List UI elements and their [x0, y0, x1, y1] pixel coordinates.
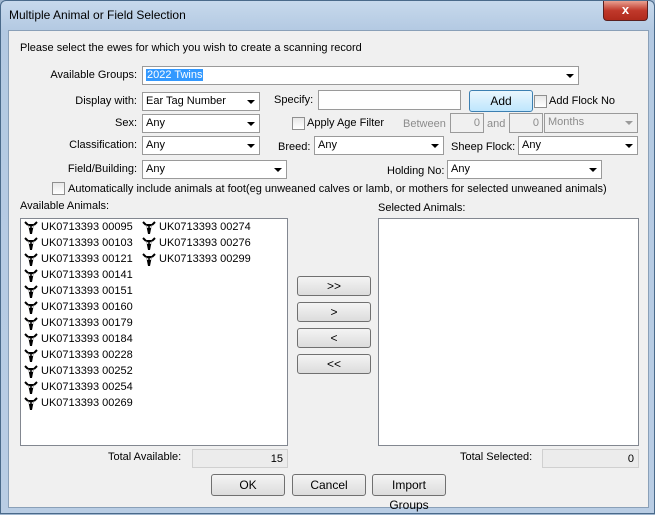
list-item-label: UK0713393 00274: [159, 221, 251, 233]
total-selected-value: 0: [542, 449, 639, 468]
list-item-label: UK0713393 00228: [41, 349, 133, 361]
sex-value: Any: [146, 117, 165, 129]
selected-animals-label: Selected Animals:: [378, 202, 466, 214]
list-item-label: UK0713393 00269: [41, 397, 133, 409]
holding-no-label: Holding No:: [387, 165, 445, 177]
age-from-input[interactable]: 0: [450, 113, 484, 133]
add-button[interactable]: Add: [469, 90, 533, 112]
instruction-text: Please select the ewes for which you wis…: [20, 42, 362, 54]
sheep-flock-select[interactable]: Any: [518, 136, 638, 155]
list-item-label: UK0713393 00299: [159, 253, 251, 265]
age-filter-label: Apply Age Filter: [307, 117, 385, 129]
auto-include-label: Automatically include animals at foot(eg…: [68, 183, 607, 195]
sheep-icon: [24, 253, 38, 266]
and-label: and: [487, 118, 506, 130]
list-item-label: UK0713393 00095: [41, 221, 133, 233]
dialog-body: Please select the ewes for which you wis…: [8, 30, 649, 512]
add-flock-checkbox[interactable]: [534, 95, 547, 108]
sheep-icon: [24, 397, 38, 410]
total-selected-label: Total Selected:: [460, 451, 533, 463]
add-all-button[interactable]: >>: [297, 276, 371, 296]
selected-animals-list[interactable]: [378, 218, 639, 446]
classification-select[interactable]: Any: [142, 136, 260, 155]
ok-button[interactable]: OK: [211, 474, 285, 496]
age-to-input[interactable]: 0: [509, 113, 543, 133]
list-item-label: UK0713393 00254: [41, 381, 133, 393]
age-filter-checkbox[interactable]: [292, 117, 305, 130]
auto-include-checkbox[interactable]: [52, 182, 65, 195]
sheep-icon: [24, 285, 38, 298]
sheep-flock-label: Sheep Flock:: [451, 141, 516, 153]
total-available-value: 15: [192, 449, 288, 468]
sheep-icon: [24, 269, 38, 282]
sheep-icon: [24, 381, 38, 394]
specify-input[interactable]: [318, 90, 461, 110]
display-with-select[interactable]: Ear Tag Number: [142, 92, 260, 111]
chevron-down-icon: [625, 144, 633, 148]
chevron-down-icon: [274, 168, 282, 172]
sex-select[interactable]: Any: [142, 114, 260, 133]
breed-select[interactable]: Any: [314, 136, 444, 155]
add-button-move[interactable]: >: [297, 302, 371, 322]
sheep-icon: [24, 237, 38, 250]
sheep-icon: [24, 365, 38, 378]
sheep-icon: [142, 253, 156, 266]
field-building-label: Field/Building:: [67, 163, 137, 175]
available-animals-label: Available Animals:: [20, 200, 110, 212]
holding-no-select[interactable]: Any: [447, 160, 602, 179]
classification-value: Any: [146, 139, 165, 151]
sheep-icon: [24, 333, 38, 346]
list-item-label: UK0713393 00151: [41, 285, 133, 297]
cancel-button[interactable]: Cancel: [292, 474, 366, 496]
available-animals-list[interactable]: UK0713393 00095 UK0713393 00103 UK0713393 …: [20, 218, 288, 446]
sheep-icon: [24, 349, 38, 362]
import-groups-button[interactable]: Import Groups: [372, 474, 446, 512]
sheep-icon: [142, 221, 156, 234]
sex-label: Sex:: [114, 117, 137, 129]
sheep-icon: [142, 237, 156, 250]
list-item-label: UK0713393 00121: [41, 253, 133, 265]
list-item-label: UK0713393 00252: [41, 365, 133, 377]
add-flock-label: Add Flock No: [549, 95, 616, 107]
total-available-label: Total Available:: [108, 451, 182, 463]
sheep-icon: [24, 317, 38, 330]
breed-value: Any: [318, 139, 337, 151]
specify-label: Specify:: [274, 94, 314, 106]
display-with-label: Display with:: [75, 95, 137, 107]
list-item-label: UK0713393 00160: [41, 301, 133, 313]
groups-label: Available Groups:: [50, 69, 137, 81]
list-item-label: UK0713393 00141: [41, 269, 133, 281]
holding-no-value: Any: [451, 163, 470, 175]
field-building-select[interactable]: Any: [142, 160, 287, 179]
dialog-window: Multiple Animal or Field Selection x Ple…: [0, 0, 655, 514]
sheep-flock-value: Any: [522, 139, 541, 151]
sheep-icon: [24, 301, 38, 314]
groups-select[interactable]: 2022 Twins: [142, 66, 579, 85]
age-unit-value: Months: [548, 116, 585, 128]
classification-label: Classification:: [69, 139, 137, 151]
chevron-down-icon: [247, 144, 255, 148]
window-title: Multiple Animal or Field Selection: [9, 8, 186, 22]
chevron-down-icon: [431, 144, 439, 148]
list-item-label: UK0713393 00103: [41, 237, 133, 249]
between-label: Between: [403, 118, 446, 130]
list-item-label: UK0713393 00276: [159, 237, 251, 249]
chevron-down-icon: [247, 122, 255, 126]
groups-value: 2022 Twins: [146, 69, 204, 81]
display-with-value: Ear Tag Number: [146, 95, 226, 107]
chevron-down-icon: [589, 168, 597, 172]
chevron-down-icon: [566, 74, 574, 78]
sheep-icon: [24, 221, 38, 234]
age-unit-select[interactable]: Months: [544, 113, 638, 133]
list-item-label: UK0713393 00184: [41, 333, 133, 345]
close-button[interactable]: x: [603, 1, 648, 21]
field-building-value: Any: [146, 163, 165, 175]
chevron-down-icon: [247, 100, 255, 104]
title-bar[interactable]: Multiple Animal or Field Selection x: [1, 1, 654, 29]
remove-button[interactable]: <: [297, 328, 371, 348]
chevron-down-icon: [625, 121, 633, 125]
remove-all-button[interactable]: <<: [297, 354, 371, 374]
list-item-label: UK0713393 00179: [41, 317, 133, 329]
breed-label: Breed:: [278, 141, 311, 153]
